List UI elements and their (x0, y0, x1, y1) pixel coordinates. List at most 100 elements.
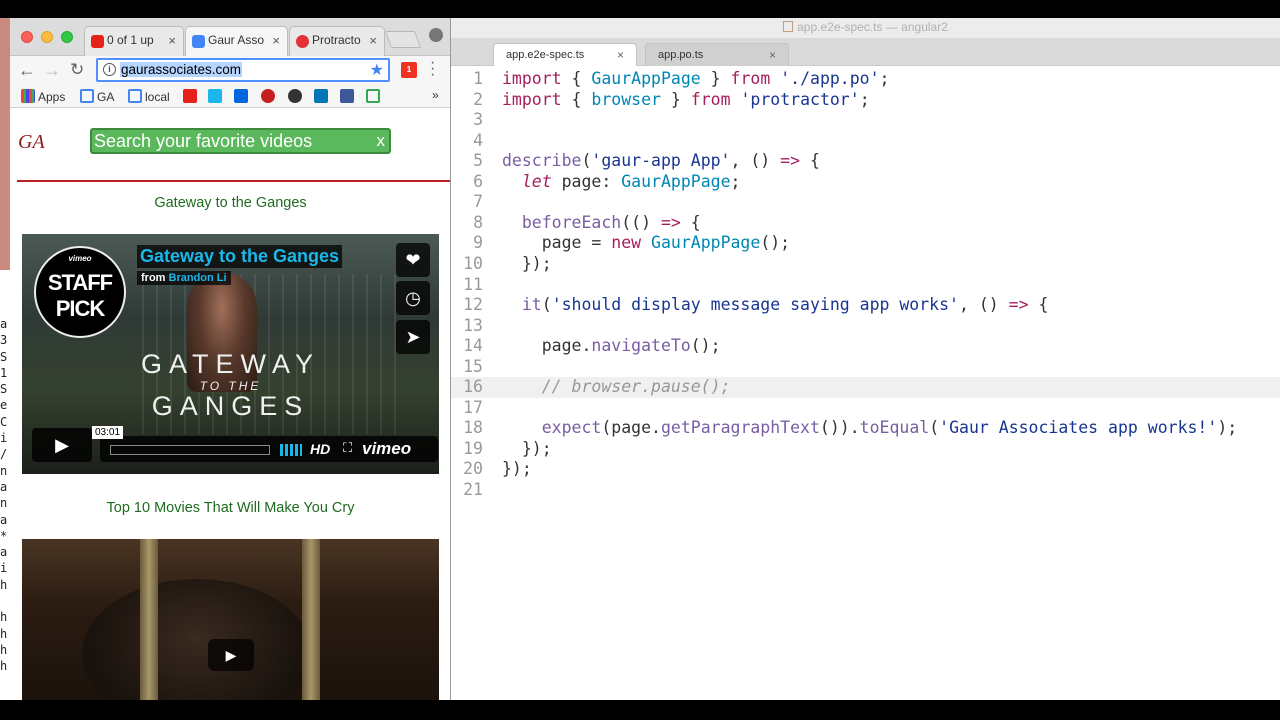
forward-arrow-icon[interactable]: → (43, 60, 61, 81)
video-player[interactable]: vimeo STAFF PICK Gateway to the Ganges f… (22, 234, 439, 474)
code-text[interactable]: let page: GaurAppPage; (502, 172, 741, 191)
play-button[interactable]: ▶ (208, 639, 254, 671)
bookmark-linkedin[interactable] (314, 89, 331, 104)
code-line[interactable]: 13 (451, 316, 1280, 337)
search-input[interactable]: Search your favorite videos x (90, 128, 391, 154)
video-thumbnail (82, 579, 312, 700)
code-text[interactable]: page = new GaurAppPage(); (502, 233, 790, 252)
progress-bar[interactable] (110, 445, 270, 455)
code-line[interactable]: 14 page.navigateTo(); (451, 336, 1280, 357)
fullscreen-icon[interactable]: ⛶ (343, 440, 352, 456)
clock-icon[interactable]: ◷ (396, 281, 430, 315)
code-text[interactable]: beforeEach(() => { (502, 213, 701, 232)
terminal-line: C (0, 414, 8, 429)
code-text[interactable]: expect(page.getParagraphText()).toEqual(… (502, 418, 1237, 437)
code-line[interactable]: 12 it('should display message saying app… (451, 295, 1280, 316)
new-tab-button[interactable] (384, 31, 422, 48)
window-maximize-button[interactable] (61, 31, 73, 43)
bookmark-youtube[interactable] (183, 89, 200, 104)
code-line[interactable]: 3 (451, 110, 1280, 131)
close-icon[interactable]: × (769, 48, 776, 62)
info-icon[interactable]: i (103, 63, 116, 76)
site-logo[interactable]: GA (18, 131, 45, 154)
hd-button[interactable]: HD (310, 441, 330, 457)
editor-tab-app-po[interactable]: app.po.ts × (645, 43, 789, 66)
bookmark-google[interactable] (366, 89, 383, 104)
bookmark-dailymotion[interactable] (234, 89, 251, 104)
editor-tab-e2e-spec[interactable]: app.e2e-spec.ts × (493, 43, 637, 66)
reload-icon[interactable]: ↻ (70, 60, 84, 80)
bookmark-star-icon[interactable]: ★ (370, 60, 384, 80)
close-icon[interactable]: × (272, 33, 280, 48)
code-line[interactable]: 18 expect(page.getParagraphText()).toEqu… (451, 418, 1280, 439)
close-icon[interactable]: × (369, 33, 377, 48)
bookmark-local[interactable]: local (128, 89, 170, 104)
play-button[interactable]: ▶ (32, 428, 92, 462)
code-text[interactable]: }); (502, 254, 552, 273)
badge-line: STAFF (47, 270, 113, 295)
code-line[interactable]: 20}); (451, 459, 1280, 480)
bookmark-facebook[interactable] (340, 89, 357, 104)
code-text[interactable]: describe('gaur-app App', () => { (502, 151, 820, 170)
code-line[interactable]: 2 import { browser } from 'protractor'; (451, 90, 1280, 111)
code-text[interactable]: }); (502, 459, 532, 478)
code-text[interactable]: import { GaurAppPage } from './app.po'; (502, 69, 889, 88)
bookmark-ga[interactable]: GA (80, 89, 114, 104)
back-arrow-icon[interactable]: ← (18, 60, 36, 81)
code-line[interactable]: 11 (451, 275, 1280, 296)
code-line[interactable]: 4 (451, 131, 1280, 152)
author-link[interactable]: Brandon Li (169, 272, 227, 284)
code-line[interactable]: 16 // browser.pause(); (451, 377, 1280, 398)
code-line[interactable]: 5 describe('gaur-app App', () => { (451, 151, 1280, 172)
bookmark-label: GA (97, 90, 115, 104)
player-title[interactable]: Gateway to the Ganges (137, 245, 343, 268)
code-text[interactable]: page.navigateTo(); (502, 336, 721, 355)
extension-icon[interactable]: 1 (401, 62, 417, 78)
bookmark-amazon[interactable] (288, 89, 305, 104)
window-minimize-button[interactable] (41, 31, 53, 43)
code-line[interactable]: 7 (451, 192, 1280, 213)
browser-tab-protractor[interactable]: Protracto × (289, 26, 385, 56)
heart-icon[interactable]: ❤ (396, 243, 430, 277)
send-icon[interactable]: ➤ (396, 320, 430, 354)
code-line[interactable]: 21 (451, 480, 1280, 501)
code-line[interactable]: 8 beforeEach(() => { (451, 213, 1280, 234)
badge-line: PICK (55, 296, 106, 321)
close-icon[interactable]: × (617, 48, 624, 62)
code-line[interactable]: 15 (451, 357, 1280, 378)
address-bar[interactable]: i gaurassociates.com ★ (96, 58, 390, 82)
code-line[interactable]: 10 }); (451, 254, 1280, 275)
bookmarks-overflow[interactable]: » (432, 88, 439, 102)
code-text[interactable]: }); (502, 439, 552, 458)
terminal-line: n (0, 496, 8, 511)
close-icon[interactable]: × (168, 33, 176, 48)
code-text[interactable]: import { browser } from 'protractor'; (502, 90, 870, 109)
terminal-line: e (0, 398, 8, 413)
bookmark-vimeo[interactable] (208, 89, 225, 104)
profile-icon[interactable] (429, 28, 443, 42)
editor-tab-label: app.e2e-spec.ts (506, 49, 585, 61)
window-close-button[interactable] (21, 31, 33, 43)
code-line[interactable]: 1 import { GaurAppPage } from './app.po'; (451, 69, 1280, 90)
code-line[interactable]: 17 (451, 398, 1280, 419)
address-url[interactable]: gaurassociates.com (120, 62, 243, 77)
code-line[interactable]: 6 let page: GaurAppPage; (451, 172, 1280, 193)
search-clear-button[interactable]: x (377, 131, 386, 151)
video-player[interactable]: ▶ (22, 539, 439, 700)
bookmark-r[interactable] (261, 89, 278, 104)
volume-icon[interactable] (280, 444, 302, 456)
code-line[interactable]: 9 page = new GaurAppPage(); (451, 233, 1280, 254)
code-editor[interactable]: 1 import { GaurAppPage } from './app.po';… (451, 66, 1280, 700)
browser-tab-gaur-associates[interactable]: Gaur Asso × (185, 26, 288, 57)
bookmark-apps[interactable]: Apps (21, 89, 65, 104)
vimeo-logo[interactable]: vimeo (362, 439, 411, 459)
google-g-icon (80, 89, 94, 103)
browser-tab-youtube[interactable]: 0 of 1 up × (84, 26, 184, 56)
video-title[interactable]: Top 10 Movies That Will Make You Cry (10, 500, 450, 516)
video-title[interactable]: Gateway to the Ganges (10, 195, 450, 211)
code-text[interactable]: it('should display message saying app wo… (502, 295, 1049, 314)
code-line[interactable]: 19 }); (451, 439, 1280, 460)
code-text[interactable]: // browser.pause(); (502, 377, 731, 396)
line-number: 10 (463, 253, 483, 273)
menu-dots-icon[interactable]: · · · (430, 55, 435, 83)
